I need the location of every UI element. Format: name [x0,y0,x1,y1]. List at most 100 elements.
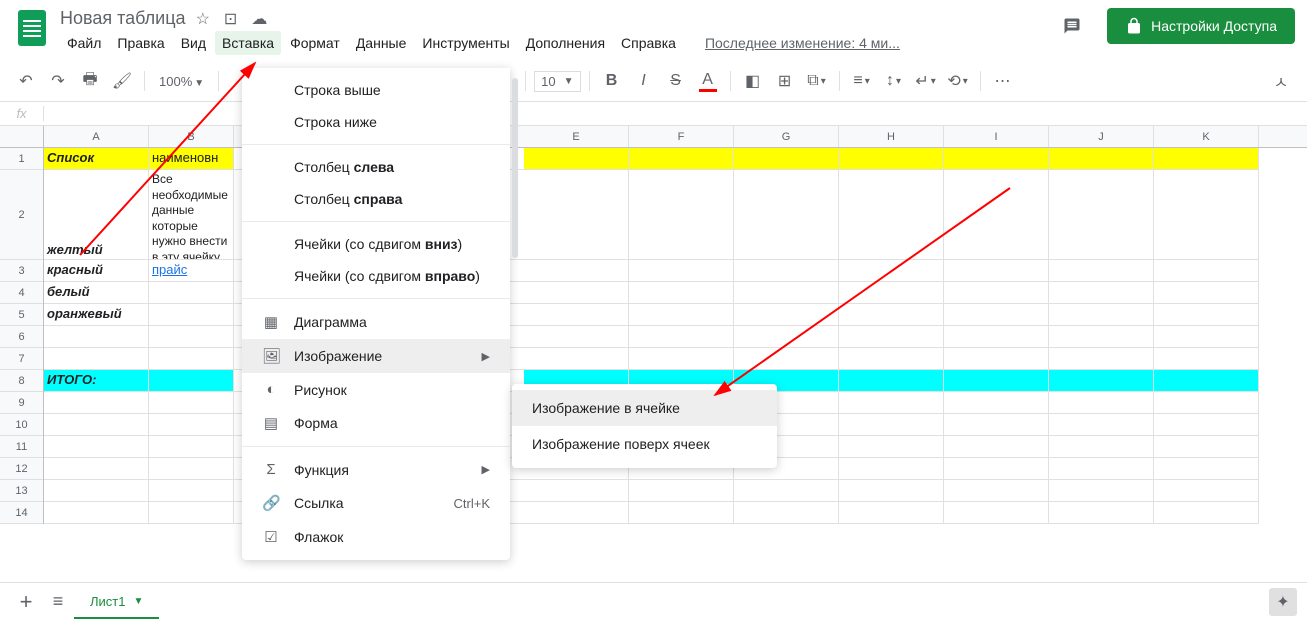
cell[interactable] [149,392,234,414]
cell[interactable] [734,170,839,260]
dd-row-above[interactable]: Строка выше [242,74,510,106]
cell[interactable] [524,260,629,282]
cell[interactable] [1154,436,1259,458]
cell[interactable] [524,480,629,502]
cell[interactable] [944,282,1049,304]
cell[interactable] [629,170,734,260]
borders-button[interactable]: ⊞ [771,67,799,95]
menu-insert[interactable]: Вставка [215,31,281,55]
strikethrough-button[interactable]: S [662,67,690,95]
add-sheet-button[interactable]: + [10,586,42,618]
row-header[interactable]: 14 [0,502,43,524]
col-header-i[interactable]: I [944,126,1049,147]
cell[interactable] [944,436,1049,458]
cell[interactable] [629,326,734,348]
cell[interactable] [524,148,629,170]
cell[interactable] [1154,502,1259,524]
paint-format-button[interactable]: 🖌 [108,67,136,95]
cell[interactable]: наименовн [149,148,234,170]
cell[interactable] [944,370,1049,392]
cell[interactable] [1154,480,1259,502]
cell[interactable] [1154,170,1259,260]
col-header-f[interactable]: F [629,126,734,147]
cell[interactable] [1049,436,1154,458]
cell[interactable] [629,260,734,282]
cell[interactable] [524,326,629,348]
cell[interactable] [149,282,234,304]
cell[interactable] [44,436,149,458]
dd-form[interactable]: ▤Форма [242,406,510,440]
cell[interactable]: желтый [44,170,149,260]
row-header[interactable]: 2 [0,170,43,260]
cell[interactable] [1154,148,1259,170]
print-button[interactable]: 🖶 [76,67,104,95]
cell[interactable] [524,304,629,326]
row-header[interactable]: 7 [0,348,43,370]
cell[interactable] [839,502,944,524]
cell[interactable] [944,348,1049,370]
cell[interactable] [524,348,629,370]
cell[interactable] [629,304,734,326]
dd-cells-right[interactable]: Ячейки (со сдвигом вправо) [242,260,510,292]
col-header-a[interactable]: A [44,126,149,147]
cell[interactable] [839,170,944,260]
star-icon[interactable]: ☆ [196,9,210,29]
cell[interactable] [734,304,839,326]
spreadsheet-grid[interactable]: A B E F G H I J K 1 2 3 4 5 6 7 8 9 10 1… [0,126,1307,556]
h-align-button[interactable]: ≡▾ [848,67,876,95]
cell[interactable] [1154,458,1259,480]
cell[interactable] [1154,326,1259,348]
cell[interactable] [839,458,944,480]
row-header[interactable]: 1 [0,148,43,170]
dd-col-right[interactable]: Столбец справа [242,183,510,215]
cell[interactable] [839,326,944,348]
cell[interactable] [734,502,839,524]
dd-cells-down[interactable]: Ячейки (со сдвигом вниз) [242,228,510,260]
cell[interactable] [44,348,149,370]
cell[interactable] [1049,326,1154,348]
row-header[interactable]: 10 [0,414,43,436]
dd-drawing[interactable]: ◐Рисунок [242,373,510,406]
dd-checkbox[interactable]: ☑Флажок [242,520,510,554]
menu-file[interactable]: Файл [60,31,108,55]
cell[interactable] [944,260,1049,282]
cell[interactable] [44,480,149,502]
col-header-b[interactable]: B [149,126,234,147]
cell[interactable] [1154,392,1259,414]
row-header[interactable]: 12 [0,458,43,480]
cell[interactable] [1154,304,1259,326]
menu-format[interactable]: Формат [283,31,347,55]
fill-color-button[interactable]: ◧ [739,67,767,95]
cell[interactable] [44,502,149,524]
cell[interactable] [1154,348,1259,370]
cell[interactable] [839,414,944,436]
zoom-select[interactable]: 100%▼ [153,74,210,89]
cell[interactable] [149,458,234,480]
dd-function[interactable]: ΣФункция▶ [242,453,510,486]
cell[interactable] [839,480,944,502]
cell[interactable] [149,480,234,502]
cell[interactable] [1049,348,1154,370]
bold-button[interactable]: B [598,67,626,95]
document-title[interactable]: Новая таблица [60,8,186,29]
v-align-button[interactable]: ↕▾ [880,67,908,95]
cell[interactable]: оранжевый [44,304,149,326]
more-toolbar-button[interactable]: ⋯ [989,67,1017,95]
cell[interactable] [839,370,944,392]
cell[interactable] [149,348,234,370]
cell[interactable]: белый [44,282,149,304]
cell[interactable] [1049,480,1154,502]
cell[interactable] [944,170,1049,260]
col-header-g[interactable]: G [734,126,839,147]
cell[interactable] [1049,170,1154,260]
cell[interactable] [44,326,149,348]
share-button[interactable]: Настройки Доступа [1107,8,1295,44]
row-header[interactable]: 5 [0,304,43,326]
col-header-j[interactable]: J [1049,126,1154,147]
row-header[interactable]: 4 [0,282,43,304]
cell[interactable] [44,414,149,436]
cell[interactable] [944,458,1049,480]
cell[interactable] [149,304,234,326]
wrap-button[interactable]: ↵▾ [912,67,940,95]
cell[interactable] [944,502,1049,524]
